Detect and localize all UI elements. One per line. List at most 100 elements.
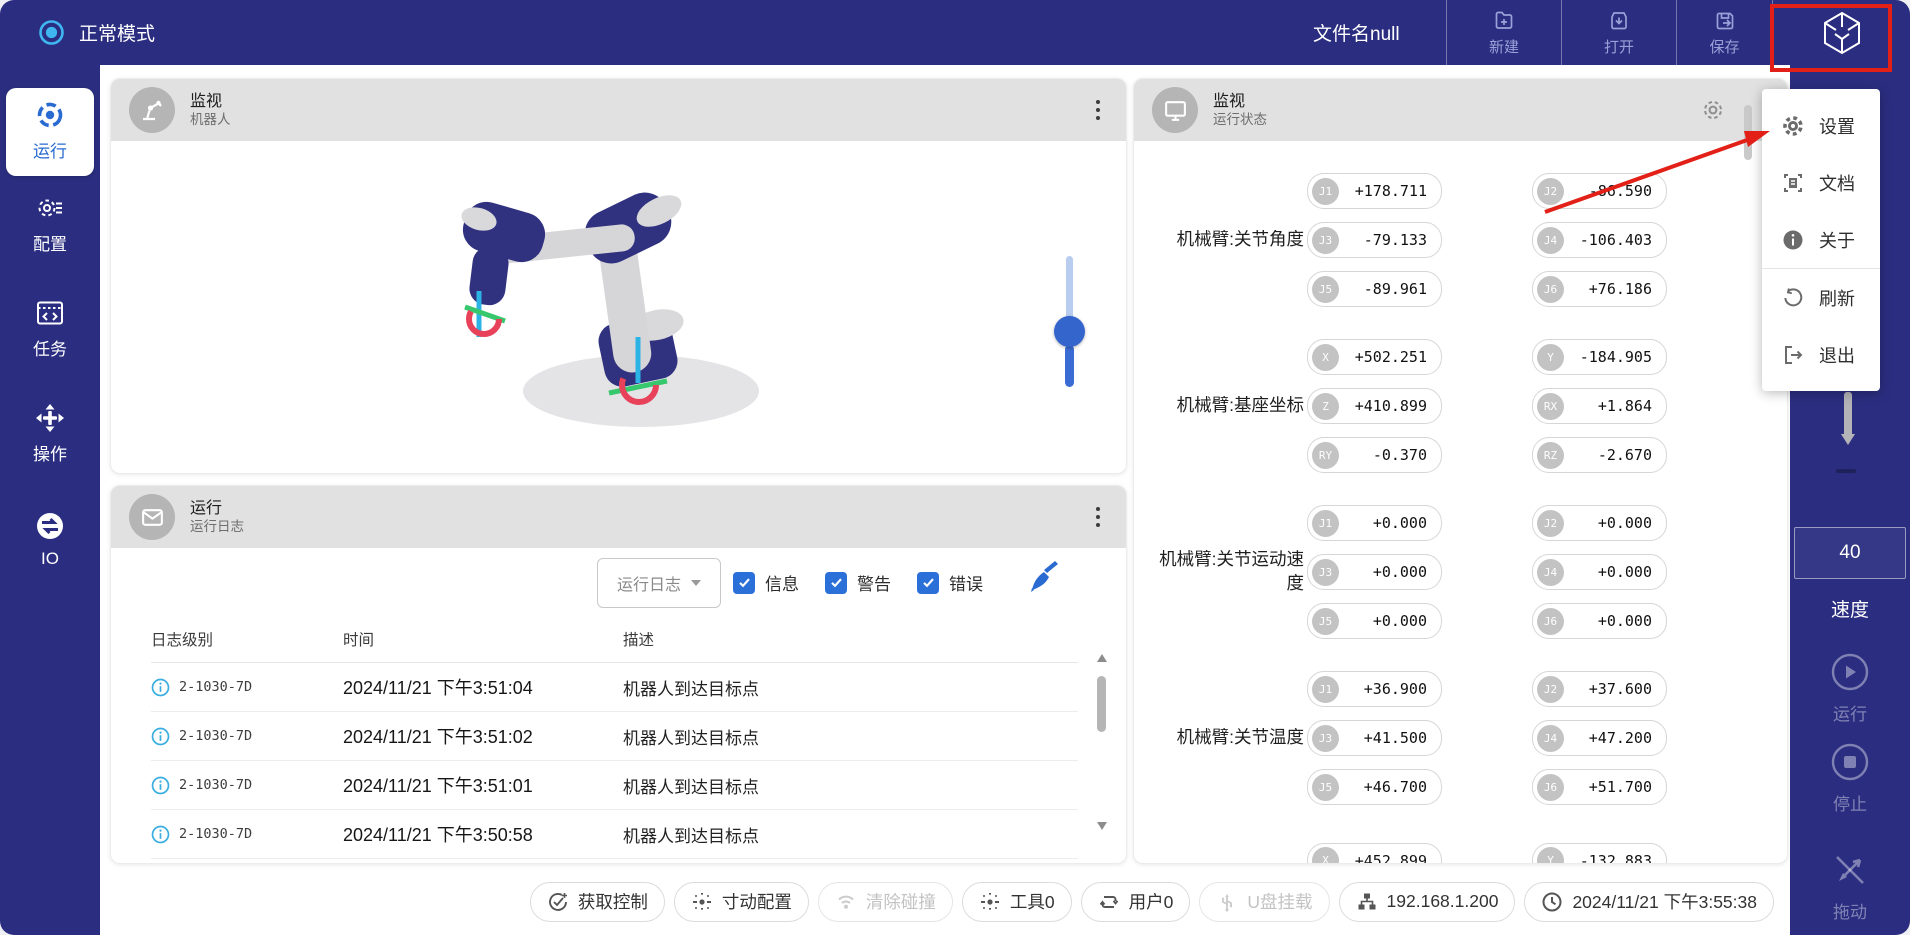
pill-tag-badge: Y: [1537, 847, 1564, 863]
drag-mode-button[interactable]: 拖动: [1790, 849, 1910, 923]
clear-log-broom-icon[interactable]: [1026, 560, 1062, 596]
ip-address-button[interactable]: 192.168.1.200: [1339, 882, 1516, 922]
log-row[interactable]: 2-1030-7D 2024/11/21 下午3:51:02 机器人到达目标点: [151, 712, 1078, 761]
robot-3d-view[interactable]: [451, 179, 911, 474]
status-group-label: 机械臂:基座坐标: [1159, 394, 1304, 418]
log-row[interactable]: 2-1030-7D 2024/11/21 下午3:51:01 机器人到达目标点: [151, 761, 1078, 810]
pill-value: -0.370: [1373, 446, 1441, 464]
pill-tag-badge: J6: [1537, 276, 1564, 303]
log-row[interactable]: 2-1030-7D 2024/11/21 下午3:50:58 机器人到达目标点: [151, 810, 1078, 859]
pill-value: +41.500: [1364, 729, 1441, 747]
io-arrows-icon: [34, 510, 66, 542]
open-file-button[interactable]: 打开: [1561, 0, 1676, 65]
checkbox-warning[interactable]: 警告: [825, 570, 891, 595]
log-panel-menu-icon[interactable]: [1090, 505, 1106, 529]
pill-tag-badge: J6: [1537, 774, 1564, 801]
robot-control-app: 正常模式 文件名null 新建 打开 保存: [0, 0, 1910, 935]
status-panel-header: 监视 运行状态: [1134, 79, 1787, 141]
speed-slider-handle[interactable]: [1841, 434, 1855, 445]
slider-track[interactable]: [1066, 256, 1073, 321]
clear-collision-label: 清除碰撞: [866, 889, 936, 914]
log-time: 2024/11/21 下午3:51:04: [343, 674, 623, 700]
user-frame-button[interactable]: 用户0: [1081, 882, 1191, 922]
status-group-label: 机械臂:关节运动速度: [1159, 548, 1304, 595]
speed-value-input[interactable]: 40: [1794, 527, 1906, 579]
pill-tag-badge: J5: [1312, 774, 1339, 801]
usb-mount-button[interactable]: U盘挂载: [1199, 882, 1329, 922]
log-level-filters: 信息 警告 错误: [733, 570, 983, 595]
datetime-button[interactable]: 2024/11/21 下午3:55:38: [1524, 882, 1774, 922]
run-program-button[interactable]: 运行: [1790, 651, 1910, 725]
move-arrows-icon: [35, 403, 65, 433]
checkbox-error[interactable]: 错误: [917, 570, 983, 595]
status-pill: J1 +0.000: [1307, 505, 1442, 541]
log-rows: 2-1030-7D 2024/11/21 下午3:51:04 机器人到达目标点 …: [151, 663, 1078, 859]
collision-signal-icon: [835, 891, 857, 913]
info-icon: [151, 825, 170, 844]
status-pill: J3 +0.000: [1307, 554, 1442, 590]
log-level-code: 2-1030-7D: [179, 777, 252, 793]
pill-value: -184.905: [1580, 348, 1666, 366]
robot-panel-menu-icon[interactable]: [1090, 98, 1106, 122]
app-logo-icon: [1819, 10, 1865, 56]
sidebar-item-run[interactable]: 运行: [6, 88, 94, 176]
new-file-button[interactable]: 新建: [1446, 0, 1561, 65]
speed-label: 速度: [1790, 595, 1910, 622]
sidebar-item-config[interactable]: 配置: [0, 193, 100, 255]
scroll-down-icon[interactable]: [1097, 822, 1107, 830]
pill-tag-badge: Z: [1312, 393, 1339, 420]
scroll-up-icon[interactable]: [1097, 654, 1107, 662]
menu-item-label: 设置: [1819, 113, 1855, 139]
status-pill: J4 +0.000: [1532, 554, 1667, 590]
log-type-dropdown-value: 运行日志: [617, 571, 681, 595]
checkbox-info[interactable]: 信息: [733, 570, 799, 595]
menu-item-settings[interactable]: 设置: [1762, 97, 1880, 154]
status-pill: J3 -79.133: [1307, 222, 1442, 258]
pill-value: +452.899: [1355, 852, 1441, 863]
panel-title: 监视: [1213, 92, 1267, 113]
status-pill: Y -184.905: [1532, 339, 1667, 375]
menu-item-refresh[interactable]: 刷新: [1762, 269, 1880, 326]
log-level-code: 2-1030-7D: [179, 826, 252, 842]
app-logo-menu-button[interactable]: [1772, 0, 1910, 65]
log-level-cell: 2-1030-7D: [151, 727, 343, 746]
status-panel-gear-icon[interactable]: [1701, 98, 1725, 122]
pill-tag-badge: J2: [1537, 178, 1564, 205]
tool-button[interactable]: 工具0: [962, 882, 1072, 922]
info-icon: [151, 727, 170, 746]
scrollbar-thumb[interactable]: [1097, 676, 1106, 732]
sidebar-item-operate[interactable]: 操作: [0, 403, 100, 465]
status-pill: J4 -106.403: [1532, 222, 1667, 258]
stop-program-button[interactable]: 停止: [1790, 741, 1910, 815]
save-button[interactable]: 保存: [1676, 0, 1772, 65]
log-type-dropdown[interactable]: 运行日志: [597, 558, 721, 608]
info-icon: [151, 678, 170, 697]
status-pill: J5 +0.000: [1307, 603, 1442, 639]
status-groups: 机械臂:关节角度 J1 +178.711 J2 -86.590 J3 -79.1…: [1134, 141, 1787, 863]
sidebar-item-task[interactable]: 任务: [0, 298, 100, 360]
slider-handle[interactable]: [1054, 316, 1085, 347]
clear-collision-button[interactable]: 清除碰撞: [818, 882, 953, 922]
menu-item-docs[interactable]: 文档: [1762, 154, 1880, 211]
check-circle-plus-icon: [547, 891, 569, 913]
status-group: 机械臂:关节温度 J1 +36.900 J2 +37.600 J3 +41.50…: [1159, 671, 1787, 805]
speed-slider-track[interactable]: [1844, 392, 1852, 434]
menu-item-label: 关于: [1819, 227, 1855, 253]
status-pill: RY -0.370: [1307, 437, 1442, 473]
status-pill: J2 +37.600: [1532, 671, 1667, 707]
menu-item-about[interactable]: 关于: [1762, 211, 1880, 268]
jog-rays-icon: [691, 891, 713, 913]
get-control-button[interactable]: 获取控制: [530, 882, 665, 922]
menu-item-exit[interactable]: 退出: [1762, 326, 1880, 383]
panel-subtitle: 运行日志: [190, 519, 244, 535]
sidebar-item-io[interactable]: IO: [0, 510, 100, 569]
pill-value: -106.403: [1580, 231, 1666, 249]
pill-tag-badge: J1: [1312, 178, 1339, 205]
jog-config-button[interactable]: 寸动配置: [674, 882, 809, 922]
status-group: 机械臂:关节角度 J1 +178.711 J2 -86.590 J3 -79.1…: [1159, 173, 1787, 307]
open-file-label: 打开: [1604, 36, 1634, 57]
log-row[interactable]: 2-1030-7D 2024/11/21 下午3:51:04 机器人到达目标点: [151, 663, 1078, 712]
pill-value: +0.000: [1373, 612, 1441, 630]
sidebar-item-label: 配置: [33, 230, 67, 255]
pill-tag-badge: X: [1312, 344, 1339, 371]
